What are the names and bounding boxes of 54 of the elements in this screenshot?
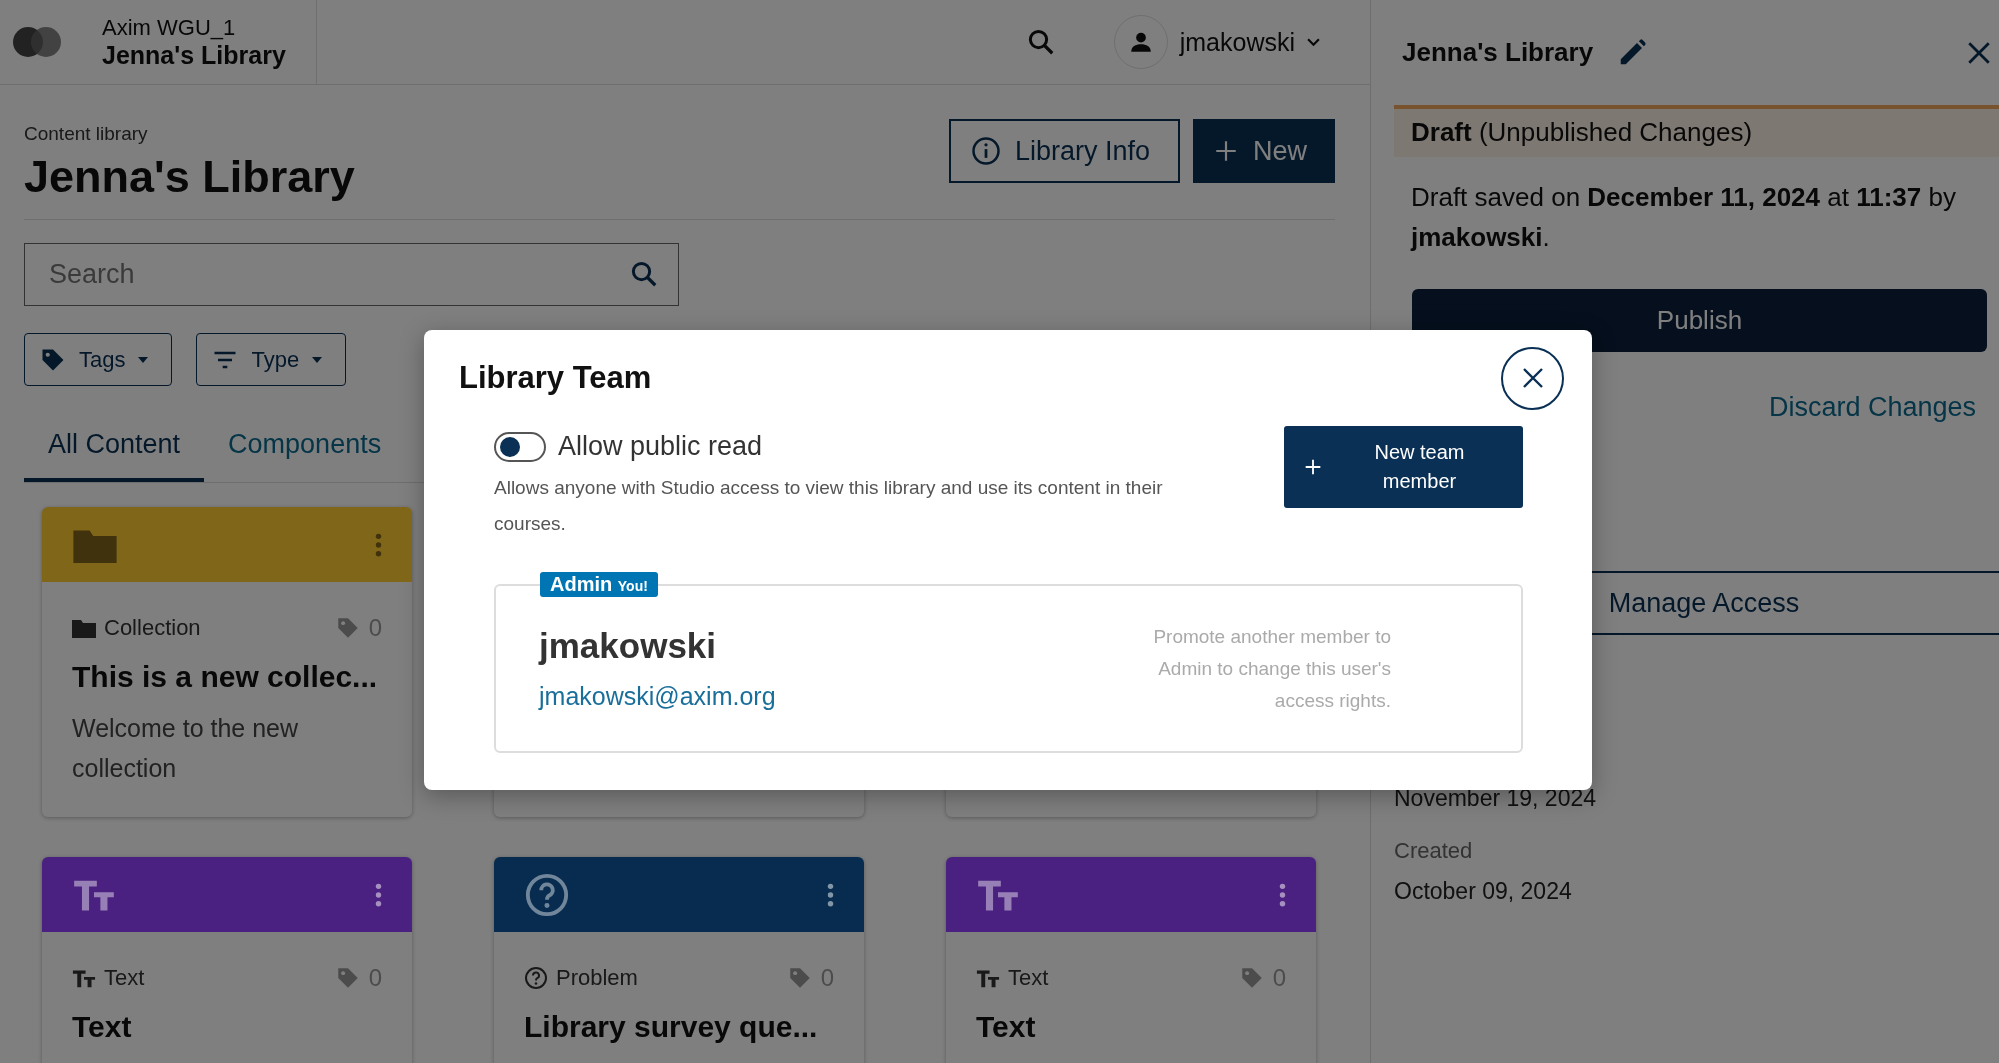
more-icon[interactable] (375, 881, 382, 908)
card-title: Text (976, 1010, 1037, 1044)
search-field[interactable]: Search (24, 243, 679, 306)
card-type: Problem (556, 965, 638, 991)
switch-label: Allow public read (558, 431, 763, 462)
more-icon[interactable] (1279, 881, 1286, 908)
logo-icon (12, 26, 64, 58)
dialog-title: Library Team (459, 360, 652, 396)
card-type: Text (1008, 965, 1049, 991)
caret-icon (137, 355, 150, 364)
type-filter[interactable]: Type (196, 333, 347, 386)
member-email[interactable]: jmakowski@axim.org (539, 682, 776, 711)
search-icon (629, 259, 659, 289)
org-name: Axim WGU_1 (102, 14, 237, 41)
card-title: This is a new collec... (72, 660, 379, 694)
library-info-button[interactable]: Library Info (948, 119, 1180, 183)
caret-icon (311, 355, 324, 364)
chevron-icon (1307, 37, 1320, 47)
draft-banner: Draft (Unpublished Changes) (1394, 105, 1999, 157)
page-title: Jenna's Library (24, 151, 355, 203)
card-title: Text (72, 1010, 133, 1044)
role-badge: Admin You! (540, 572, 658, 597)
public-read-description: Allows anyone with Studio access to view this library and use its content in their courses. (494, 476, 1164, 536)
card-description: Welcome to the new collection (72, 713, 300, 784)
tab[interactable]: Components (204, 413, 406, 482)
draft-info: Draft saved on December 11, 2024 at 11:37 by jmakowski. (1409, 181, 1957, 254)
more-icon[interactable] (827, 881, 834, 908)
text-icon (976, 968, 1000, 988)
discard-link[interactable]: Discard Changes (1768, 392, 1976, 423)
member-name: jmakowski (539, 626, 718, 666)
created-label: Created (1394, 838, 1474, 864)
new-team-member-button[interactable]: New team member (1284, 426, 1523, 508)
close-icon (1520, 366, 1545, 390)
question-icon (524, 966, 548, 990)
tab[interactable]: All Content (24, 413, 205, 482)
modified-date: November 19, 2024 (1394, 785, 1597, 812)
card-title: Library survey que... (524, 1010, 819, 1044)
more-icon[interactable] (375, 531, 382, 558)
info-icon (970, 136, 1001, 166)
card-type: Text (104, 965, 145, 991)
user-menu[interactable]: jmakowski (1113, 15, 1320, 69)
folder-icon (72, 618, 96, 638)
card-type: Collection (104, 615, 201, 641)
new-button[interactable]: New (1193, 119, 1335, 183)
question-icon (524, 871, 570, 918)
public-read-switch[interactable] (494, 431, 546, 462)
created-date: October 09, 2024 (1394, 878, 1573, 905)
text-icon (72, 968, 96, 988)
library-name: Jenna's Library (102, 40, 286, 70)
sidebar-title: Jenna's Library (1402, 37, 1594, 68)
eyebrow: Content library (24, 123, 149, 145)
tags-filter[interactable]: Tags (24, 333, 173, 386)
plus-icon (1213, 138, 1239, 164)
member-note: Promote another member to Admin to change this user's access rights. (1152, 624, 1391, 713)
